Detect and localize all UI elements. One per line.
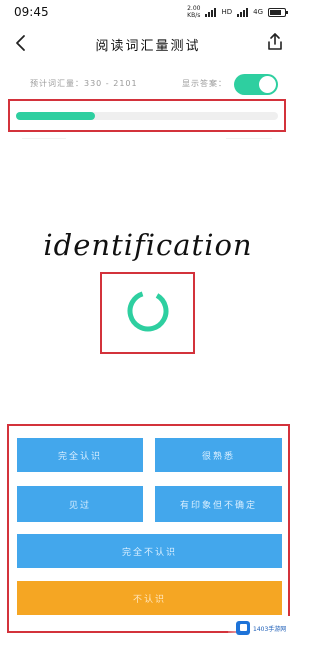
network-type-label: HD xyxy=(221,8,233,16)
know-well-button[interactable]: 完全认识 xyxy=(17,438,143,472)
info-row: 预计词汇量：330 - 2101 显示答案： xyxy=(0,74,296,96)
network-speed-value: 2.00 xyxy=(187,5,201,12)
divider-left xyxy=(22,138,66,139)
progress-highlight-box xyxy=(8,99,286,132)
signal-icon-2 xyxy=(237,7,249,17)
status-icons: 2.00 KB/s HD 4G xyxy=(187,5,288,19)
vague-impression-button[interactable]: 有印象但不确定 xyxy=(155,486,282,522)
cell-type-label: 4G xyxy=(253,8,263,16)
battery-icon xyxy=(268,7,288,17)
dont-know-button[interactable]: 不认识 xyxy=(17,581,282,615)
loading-spinner-icon xyxy=(127,290,169,332)
familiar-button[interactable]: 很熟悉 xyxy=(155,438,282,472)
progress-fill xyxy=(16,112,95,120)
test-word: identification xyxy=(43,228,253,262)
status-time: 09:45 xyxy=(14,5,49,19)
show-answer-label: 显示答案： xyxy=(182,79,227,88)
network-speed-unit: KB/s xyxy=(187,12,201,19)
signal-icon xyxy=(205,7,217,17)
watermark: 1403手游网 xyxy=(228,616,294,640)
progress-track xyxy=(16,112,278,120)
network-speed: 2.00 KB/s xyxy=(187,5,200,19)
show-answer-toggle[interactable] xyxy=(234,74,278,95)
answer-button-area: 完全认识 很熟悉 见过 有印象但不确定 完全不认识 不认识 xyxy=(7,424,290,633)
loader-highlight-box xyxy=(100,272,195,354)
page-title: 阅读词汇量测试 xyxy=(95,39,201,54)
watermark-text: 1403手游网 xyxy=(253,625,287,633)
share-icon[interactable] xyxy=(264,31,286,53)
app-header: 阅读词汇量测试 xyxy=(0,28,296,60)
completely-unknown-button[interactable]: 完全不认识 xyxy=(17,534,282,568)
seen-button[interactable]: 见过 xyxy=(17,486,143,522)
watermark-logo-icon xyxy=(236,621,250,635)
toggle-knob xyxy=(259,76,276,93)
divider-right xyxy=(226,138,272,139)
estimated-vocab-label: 预计词汇量：330 - 2101 xyxy=(30,79,138,88)
status-bar: 09:45 2.00 KB/s HD 4G xyxy=(0,0,296,24)
